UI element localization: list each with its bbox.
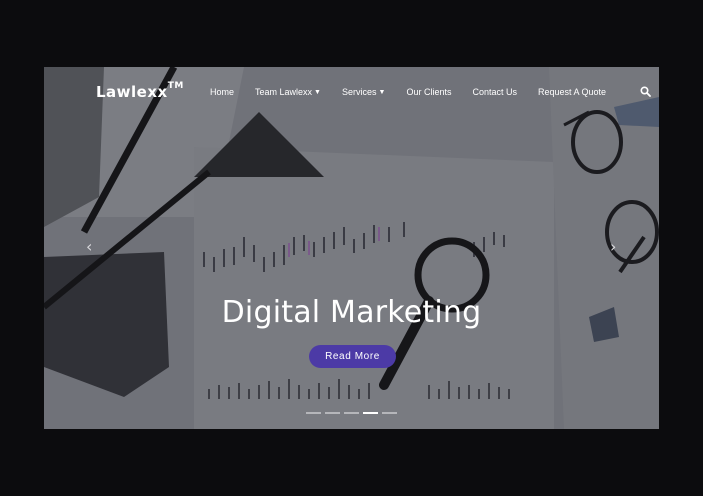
slider-pagination: [306, 412, 401, 414]
slide-dot-3[interactable]: [344, 412, 359, 414]
slide-dot-5[interactable]: [382, 412, 397, 414]
nav-item-services[interactable]: Services ▼: [342, 87, 385, 97]
nav-item-label: Our Clients: [406, 87, 452, 97]
top-navigation: LawlexxTM Home Team Lawlexx ▼ Services ▼…: [44, 67, 659, 117]
nav-item-label: Request A Quote: [537, 87, 607, 97]
nav-item-label: Team Lawlexx: [255, 87, 313, 97]
slide-dot-4[interactable]: [363, 412, 378, 414]
nav-item-label: Home: [210, 87, 235, 97]
chevron-right-icon[interactable]: ›: [610, 237, 616, 256]
nav-item-team-lawlexx[interactable]: Team Lawlexx ▼: [255, 87, 321, 97]
nav-item-label: Services: [341, 87, 377, 97]
brand-trademark: TM: [167, 81, 184, 91]
nav-item-label: Contact Us: [472, 87, 517, 97]
main-menu: Home Team Lawlexx ▼ Services ▼ Our Clien…: [210, 87, 627, 97]
hero-background-image: [44, 67, 659, 429]
chevron-left-icon[interactable]: ‹: [86, 237, 92, 256]
brand-name: Lawlexx: [96, 83, 168, 101]
slide-dot-2[interactable]: [325, 412, 340, 414]
nav-item-home[interactable]: Home: [210, 87, 234, 97]
hero-slider: LawlexxTM Home Team Lawlexx ▼ Services ▼…: [44, 67, 659, 429]
slide-dot-1[interactable]: [306, 412, 321, 414]
hero-headline: Digital Marketing: [221, 295, 482, 330]
chevron-down-icon: ▼: [314, 88, 321, 96]
nav-item-contact-us[interactable]: Contact Us: [472, 87, 517, 97]
nav-item-request-quote[interactable]: Request A Quote: [538, 87, 606, 97]
search-icon[interactable]: [640, 86, 651, 97]
chevron-down-icon: ▼: [378, 88, 386, 96]
brand-logo[interactable]: LawlexxTM: [96, 81, 184, 101]
nav-item-our-clients[interactable]: Our Clients: [406, 87, 451, 97]
read-more-button[interactable]: Read More: [309, 345, 396, 368]
